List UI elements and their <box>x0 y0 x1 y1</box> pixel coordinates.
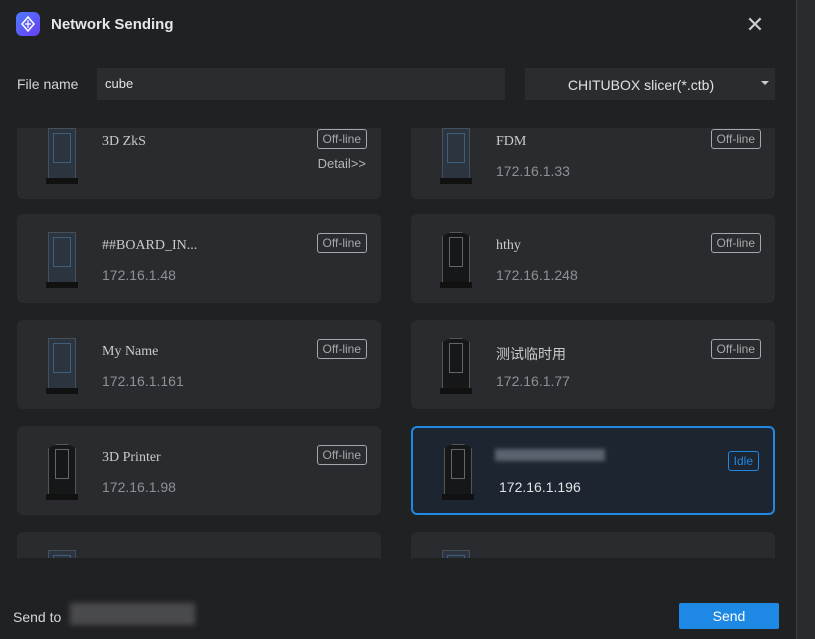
status-badge: Off-line <box>710 129 761 149</box>
printer-ip: 172.16.1.248 <box>496 267 578 283</box>
printer-name: FDM <box>496 134 527 149</box>
status-badge: Off-line <box>316 129 367 149</box>
status-badge: Off-line <box>710 339 761 359</box>
printer-thumbnail <box>44 444 80 500</box>
printer-name: 3D Printer <box>102 450 161 465</box>
detail-link[interactable]: Detail>> <box>318 156 366 171</box>
printer-ip: 172.16.1.48 <box>102 267 176 283</box>
printer-name: My Name <box>102 344 159 359</box>
printer-ip: 172.16.1.161 <box>102 373 184 389</box>
printer-name: 3D ZkS <box>102 134 146 149</box>
printer-thumbnail <box>44 338 80 394</box>
printer-list[interactable]: 3D ZkS Off-line Detail>> FDM 172.16.1.33… <box>0 128 796 558</box>
printer-thumbnail <box>44 550 80 558</box>
printer-thumbnail <box>438 128 474 184</box>
printer-card[interactable] <box>411 532 775 558</box>
redacted-name <box>495 449 605 461</box>
printer-card[interactable]: 3D ZkS Off-line Detail>> <box>17 128 381 199</box>
status-badge: Idle <box>727 451 759 471</box>
app-logo-icon <box>16 12 40 36</box>
printer-name: hthy <box>496 238 521 253</box>
format-select[interactable]: CHITUBOX slicer(*.ctb) <box>525 68 775 100</box>
printer-thumbnail <box>440 444 476 500</box>
printer-thumbnail <box>438 232 474 288</box>
printer-card[interactable]: ##BOARD_IN... 172.16.1.48 Off-line <box>17 214 381 303</box>
printer-card-selected[interactable]: 172.16.1.196 Idle <box>411 426 775 515</box>
redacted-target <box>70 603 195 625</box>
chevron-down-icon <box>761 81 769 85</box>
printer-ip: 172.16.1.98 <box>102 479 176 495</box>
background-window-edge <box>796 0 815 639</box>
printer-thumbnail <box>44 128 80 184</box>
printer-thumbnail <box>44 232 80 288</box>
printer-ip: 172.16.1.33 <box>496 163 570 179</box>
send-button[interactable]: Send <box>679 603 779 629</box>
printer-card[interactable]: My Name 172.16.1.161 Off-line <box>17 320 381 409</box>
printer-thumbnail <box>438 338 474 394</box>
close-icon[interactable]: ✕ <box>744 14 766 36</box>
status-badge: Off-line <box>316 445 367 465</box>
format-select-value: CHITUBOX slicer(*.ctb) <box>567 77 715 93</box>
printer-name: 测试临时用 <box>496 347 566 363</box>
dialog-title: Network Sending <box>51 16 174 33</box>
printer-thumbnail <box>438 550 474 558</box>
title-bar: Network Sending ✕ <box>0 0 796 50</box>
printer-card[interactable]: 3D Printer 172.16.1.98 Off-line <box>17 426 381 515</box>
status-badge: Off-line <box>710 233 761 253</box>
network-sending-dialog: Network Sending ✕ File name cube CHITUBO… <box>0 0 796 639</box>
printer-name: ##BOARD_IN... <box>102 238 198 253</box>
status-badge: Off-line <box>316 233 367 253</box>
printer-ip: 172.16.1.196 <box>499 479 581 495</box>
printer-card[interactable]: 测试临时用 172.16.1.77 Off-line <box>411 320 775 409</box>
printer-ip: 172.16.1.77 <box>496 373 570 389</box>
file-name-input[interactable]: cube <box>97 68 505 100</box>
status-badge: Off-line <box>316 339 367 359</box>
printer-card[interactable] <box>17 532 381 558</box>
file-name-label: File name <box>17 76 79 92</box>
send-to-label: Send to <box>13 609 62 625</box>
printer-card[interactable]: hthy 172.16.1.248 Off-line <box>411 214 775 303</box>
printer-card[interactable]: FDM 172.16.1.33 Off-line <box>411 128 775 199</box>
